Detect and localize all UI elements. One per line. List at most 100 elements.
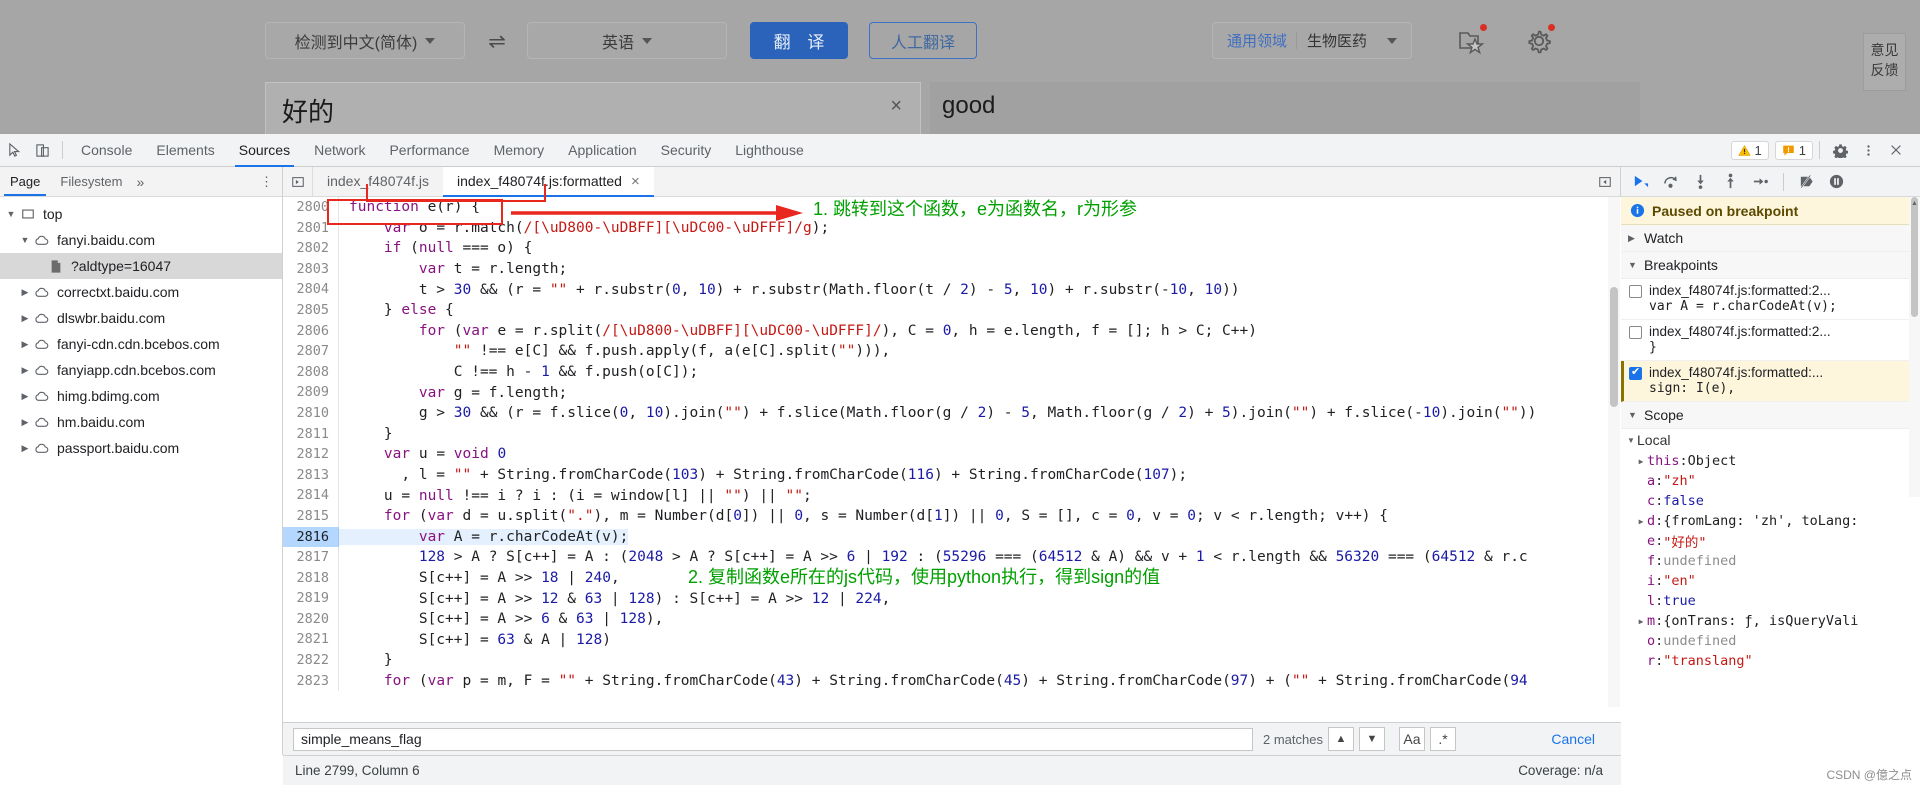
- devtools-tab-memory[interactable]: Memory: [482, 134, 557, 167]
- line-number[interactable]: 2823: [283, 670, 339, 692]
- scope-variable[interactable]: r: "translang": [1621, 651, 1920, 671]
- code-line[interactable]: 2807 "" !== e[C] && f.push.apply(f, a(e[…: [283, 341, 1621, 362]
- devtools-tab-network[interactable]: Network: [302, 134, 377, 167]
- step-out-button[interactable]: [1717, 169, 1744, 195]
- chevron-right-icon[interactable]: ▶: [18, 417, 32, 428]
- file-tree-item[interactable]: ▼ fanyi.baidu.com: [0, 227, 282, 253]
- code-line[interactable]: 2808 C !== h - 1 && f.push(o[C]);: [283, 361, 1621, 383]
- scope-variable[interactable]: l: true: [1621, 591, 1920, 611]
- debugger-scrollbar[interactable]: [1909, 197, 1920, 497]
- close-icon[interactable]: ×: [631, 167, 640, 196]
- scope-variable[interactable]: e: "好的": [1621, 531, 1920, 551]
- collapse-sidebar-icon[interactable]: [283, 167, 313, 196]
- code-line[interactable]: 2821 S[c++] = 63 & A | 128): [283, 629, 1621, 651]
- breakpoint-checkbox[interactable]: [1629, 326, 1642, 339]
- device-toolbar-icon[interactable]: [28, 136, 56, 164]
- code-line[interactable]: 2819 S[c++] = A >> 12 & 63 | 128) : S[c+…: [283, 588, 1621, 609]
- breakpoint-item[interactable]: index_f48074f.js:formatted:2...}: [1621, 320, 1920, 361]
- line-number[interactable]: 2800: [283, 197, 339, 218]
- file-tree-item[interactable]: ▶ dlswbr.baidu.com: [0, 305, 282, 331]
- code-line[interactable]: 2815 for (var d = u.split("."), m = Numb…: [283, 505, 1621, 527]
- deactivate-breakpoints-button[interactable]: [1793, 169, 1820, 195]
- line-number[interactable]: 2801: [283, 217, 339, 239]
- file-tree-item[interactable]: ▶ passport.baidu.com: [0, 435, 282, 461]
- chevron-down-icon[interactable]: ▼: [4, 209, 18, 219]
- source-text-pane[interactable]: 好的 ×: [265, 82, 921, 134]
- navigator-tab-page[interactable]: Page: [0, 167, 50, 196]
- file-tree-item[interactable]: ▶ fanyi-cdn.cdn.bcebos.com: [0, 331, 282, 357]
- warnings-badge[interactable]: 1: [1730, 140, 1769, 160]
- scrollbar-thumb[interactable]: [1911, 197, 1918, 317]
- line-number[interactable]: 2803: [283, 258, 339, 280]
- code-line[interactable]: 2809 var g = f.length;: [283, 382, 1621, 403]
- breakpoint-item[interactable]: index_f48074f.js:formatted:...sign: I(e)…: [1621, 361, 1920, 402]
- gear-icon[interactable]: [1826, 136, 1854, 164]
- scope-variable[interactable]: ▶ d: {fromLang: 'zh', toLang:: [1621, 511, 1920, 531]
- devtools-tab-lighthouse[interactable]: Lighthouse: [723, 134, 816, 167]
- code-line[interactable]: 2803 var t = r.length;: [283, 258, 1621, 280]
- chevron-right-icon[interactable]: ▶: [18, 339, 32, 350]
- line-number[interactable]: 2821: [283, 629, 339, 651]
- pause-on-exceptions-button[interactable]: [1823, 169, 1850, 195]
- devtools-tab-console[interactable]: Console: [69, 134, 144, 167]
- code-line[interactable]: 2823 for (var p = m, F = "" + String.fro…: [283, 670, 1621, 692]
- scope-variable[interactable]: ▶ this: Object: [1621, 451, 1920, 471]
- code-editor-content[interactable]: 2800 function e(r) {2801 var o = r.match(…: [283, 197, 1621, 722]
- source-language-selector[interactable]: 检测到中文(简体): [265, 22, 465, 59]
- editor-tab[interactable]: index_f48074f.js: [313, 167, 443, 196]
- line-number[interactable]: 2807: [283, 341, 339, 362]
- chevron-right-icon[interactable]: ▶: [1635, 457, 1647, 466]
- line-number[interactable]: 2817: [283, 547, 339, 568]
- breakpoints-section-header[interactable]: ▼ Breakpoints: [1621, 252, 1920, 279]
- scope-section-header[interactable]: ▼ Scope: [1621, 402, 1920, 429]
- navigator-tab-filesystem[interactable]: Filesystem: [50, 167, 132, 196]
- line-number[interactable]: 2816: [283, 526, 339, 548]
- kebab-menu-icon[interactable]: [1854, 136, 1882, 164]
- gear-icon[interactable]: [1524, 24, 1556, 56]
- scope-variable[interactable]: o: undefined: [1621, 631, 1920, 651]
- line-number[interactable]: 2820: [283, 608, 339, 630]
- scope-local-header[interactable]: ▼ Local: [1621, 429, 1920, 451]
- feedback-button[interactable]: 意见 反馈: [1863, 33, 1906, 91]
- file-tree-item[interactable]: ▶ hm.baidu.com: [0, 409, 282, 435]
- code-line[interactable]: 2813 , l = "" + String.fromCharCode(103)…: [283, 464, 1621, 486]
- chevron-right-icon[interactable]: ▶: [1635, 617, 1647, 626]
- breakpoint-checkbox[interactable]: [1629, 365, 1642, 380]
- scope-variable[interactable]: i: "en": [1621, 571, 1920, 591]
- line-number[interactable]: 2818: [283, 567, 339, 589]
- human-translate-button[interactable]: 人工翻译: [869, 22, 977, 59]
- line-number[interactable]: 2815: [283, 505, 339, 527]
- step-over-button[interactable]: [1657, 169, 1684, 195]
- line-number[interactable]: 2822: [283, 650, 339, 671]
- devtools-tab-performance[interactable]: Performance: [377, 134, 481, 167]
- scope-variable[interactable]: c: false: [1621, 491, 1920, 511]
- navigator-overflow-icon[interactable]: »: [137, 174, 145, 190]
- chevron-right-icon[interactable]: ▶: [18, 313, 32, 324]
- line-number[interactable]: 2805: [283, 299, 339, 321]
- scope-variable[interactable]: f: undefined: [1621, 551, 1920, 571]
- line-number[interactable]: 2809: [283, 382, 339, 403]
- file-tree-item[interactable]: ▶ himg.bdimg.com: [0, 383, 282, 409]
- code-line[interactable]: 2805 } else {: [283, 299, 1621, 321]
- scrollbar-thumb[interactable]: [1610, 287, 1618, 407]
- line-number[interactable]: 2812: [283, 444, 339, 465]
- scope-variable[interactable]: a: "zh": [1621, 471, 1920, 491]
- code-line[interactable]: 2811 }: [283, 423, 1621, 445]
- line-number[interactable]: 2810: [283, 402, 339, 424]
- domain-selector[interactable]: 通用领域 生物医药: [1212, 22, 1412, 59]
- code-line[interactable]: 2812 var u = void 0: [283, 444, 1621, 465]
- search-next-button[interactable]: ▼: [1358, 727, 1385, 751]
- search-prev-button[interactable]: ▲: [1327, 727, 1354, 751]
- regex-button[interactable]: .*: [1429, 727, 1456, 751]
- issues-badge[interactable]: 1: [1774, 140, 1813, 160]
- cancel-button[interactable]: Cancel: [1551, 731, 1595, 747]
- code-line[interactable]: 2806 for (var e = r.split(/[\uD800-\uDBF…: [283, 320, 1621, 342]
- line-number[interactable]: 2813: [283, 464, 339, 486]
- swap-languages-button[interactable]: ⇌: [480, 28, 514, 54]
- editor-tab[interactable]: index_f48074f.js:formatted ×: [442, 167, 654, 197]
- search-input[interactable]: [293, 727, 1253, 751]
- code-vertical-scrollbar[interactable]: [1608, 197, 1620, 707]
- chevron-right-icon[interactable]: ▶: [18, 391, 32, 402]
- match-case-button[interactable]: Aa: [1398, 727, 1425, 751]
- line-number[interactable]: 2819: [283, 588, 339, 609]
